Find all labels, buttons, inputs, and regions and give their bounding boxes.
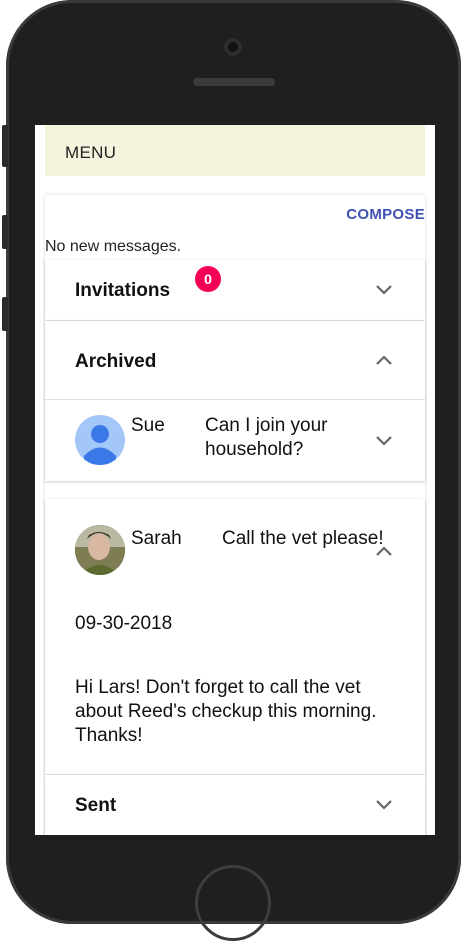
speaker bbox=[193, 78, 275, 86]
message-sender: Sue bbox=[131, 415, 165, 436]
message-subject: Can I join your household? bbox=[205, 415, 328, 460]
menu-label: MENU bbox=[65, 143, 117, 162]
invitations-title: Invitations bbox=[75, 280, 171, 301]
invitations-count-badge: 0 bbox=[195, 266, 221, 292]
sent-title: Sent bbox=[75, 795, 117, 816]
screen: MENU COMPOSE No new messages. Invitation… bbox=[35, 125, 435, 835]
chevron-down-icon[interactable] bbox=[375, 435, 393, 447]
divider bbox=[45, 399, 425, 400]
chevron-up-icon[interactable] bbox=[375, 354, 393, 366]
avatar bbox=[75, 415, 125, 465]
home-button[interactable] bbox=[195, 865, 271, 941]
message-sender: Sarah bbox=[131, 528, 182, 549]
side-button bbox=[2, 125, 8, 167]
message-detail-panel: Sarah Call the vet please! 09-30-2018 Hi… bbox=[45, 499, 425, 774]
person-photo-icon bbox=[75, 525, 125, 575]
message-subject: Call the vet please! bbox=[222, 528, 384, 549]
camera bbox=[224, 38, 242, 56]
chevron-up-icon[interactable] bbox=[375, 545, 393, 557]
message-body: Hi Lars! Don't forget to call the vet ab… bbox=[75, 677, 377, 746]
message-date: 09-30-2018 bbox=[75, 613, 173, 634]
side-button bbox=[2, 297, 8, 331]
empty-messages-text: No new messages. bbox=[45, 238, 182, 255]
avatar bbox=[75, 525, 125, 575]
menu-bar[interactable]: MENU bbox=[45, 125, 425, 176]
compose-button[interactable]: COMPOSE bbox=[346, 206, 425, 223]
person-icon bbox=[84, 425, 116, 465]
archived-title[interactable]: Archived bbox=[75, 351, 156, 373]
chevron-down-icon[interactable] bbox=[375, 284, 393, 296]
sent-panel[interactable]: Sent bbox=[45, 775, 425, 835]
archived-panel: Archived Sue Can I join your household? bbox=[45, 321, 425, 481]
invitations-panel[interactable]: Invitations bbox=[45, 260, 425, 320]
chevron-down-icon[interactable] bbox=[375, 799, 393, 811]
side-button bbox=[2, 215, 8, 249]
